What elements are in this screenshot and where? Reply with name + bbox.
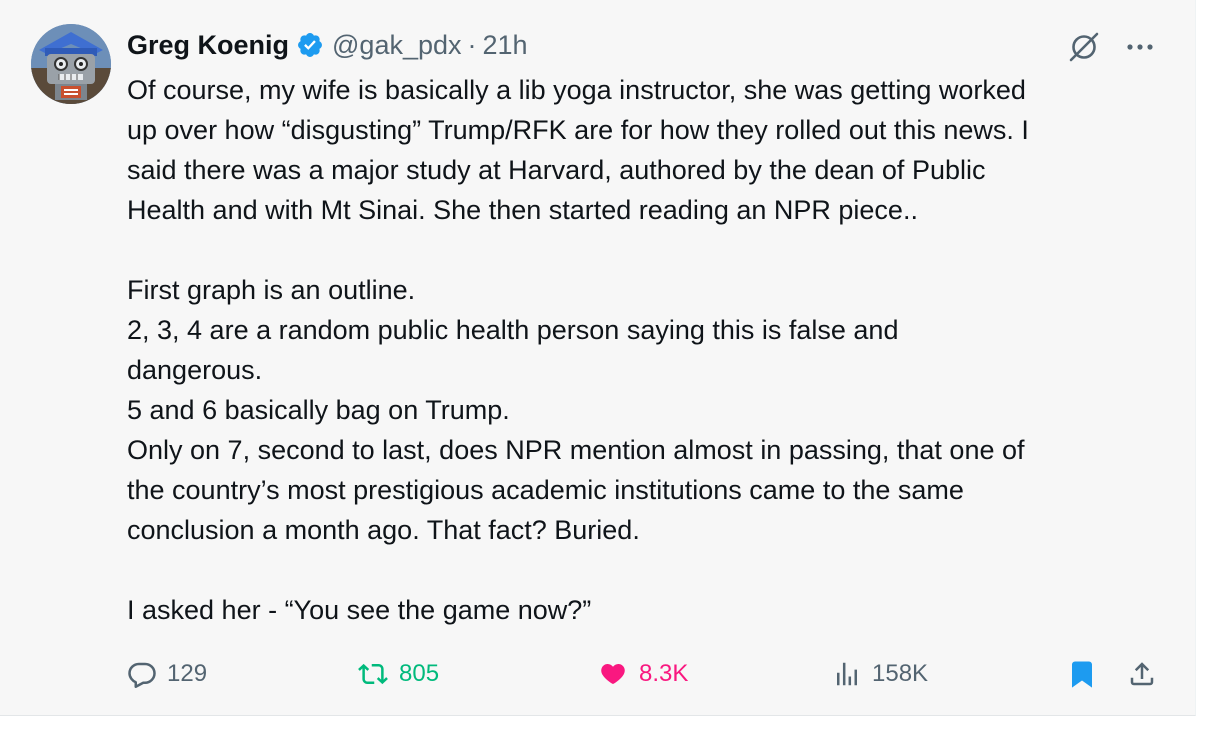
views-count: 158K	[872, 660, 929, 687]
share-button[interactable]	[1127, 652, 1157, 696]
robot-avatar-image	[31, 24, 111, 104]
reply-button[interactable]: 129	[127, 652, 207, 696]
text-line: up over how “disgusting” Trump/RFK are f…	[127, 115, 1029, 145]
text-line: 5 and 6 basically bag on Trump.	[127, 395, 510, 425]
paragraph-1: Of course, my wife is basically a lib yo…	[127, 70, 1177, 230]
text-line: Health and with Mt Sinai. She then start…	[127, 195, 918, 225]
text-line: Of course, my wife is basically a lib yo…	[127, 75, 1026, 105]
views-icon	[837, 662, 857, 686]
reply-icon	[128, 662, 156, 688]
like-count: 8.3K	[639, 660, 689, 687]
text-line: the country’s most prestigious academic …	[127, 475, 964, 505]
heart-icon	[601, 663, 625, 684]
grok-icon[interactable]	[1067, 30, 1101, 64]
author-handle[interactable]: @gak_pdx	[332, 28, 462, 62]
like-button[interactable]: 8.3K	[597, 652, 688, 696]
author-name[interactable]: Greg Koenig	[127, 28, 289, 62]
tweet-text: Of course, my wife is basically a lib yo…	[127, 70, 1177, 630]
repost-count: 805	[399, 660, 440, 687]
text-line: Only on 7, second to last, does NPR ment…	[127, 435, 1025, 465]
tweet-top-actions	[1067, 30, 1157, 64]
verified-badge-icon[interactable]	[296, 31, 324, 59]
paragraph-3: I asked her - “You see the game now?”	[127, 590, 1177, 630]
text-line: First graph is an outline.	[127, 275, 416, 305]
avatar[interactable]	[31, 24, 111, 104]
timestamp[interactable]: 21h	[483, 28, 528, 62]
reply-count: 129	[167, 660, 208, 687]
text-line: I asked her - “You see the game now?”	[127, 595, 592, 625]
separator-dot: ·	[467, 30, 477, 60]
tweet-header: Greg Koenig @gak_pdx · 21h	[127, 28, 528, 62]
bookmark-button[interactable]	[1067, 652, 1097, 696]
bookmark-icon	[1072, 661, 1092, 688]
text-line: said there was a major study at Harvard,…	[127, 155, 986, 185]
action-bar: 129 805 8.3K 158K	[127, 652, 1163, 696]
paragraph-2: First graph is an outline. 2, 3, 4 are a…	[127, 270, 1177, 550]
text-line: 2, 3, 4 are a random public health perso…	[127, 315, 899, 345]
tweet-card[interactable]: Greg Koenig @gak_pdx · 21h Of course, my…	[0, 0, 1196, 716]
views-button[interactable]: 158K	[832, 652, 928, 696]
repost-button[interactable]: 805	[357, 652, 439, 696]
repost-icon	[358, 663, 388, 685]
text-line: dangerous.	[127, 355, 263, 385]
text-line: conclusion a month ago. That fact? Burie…	[127, 515, 640, 545]
share-icon	[1130, 662, 1154, 686]
more-icon[interactable]	[1123, 30, 1157, 64]
